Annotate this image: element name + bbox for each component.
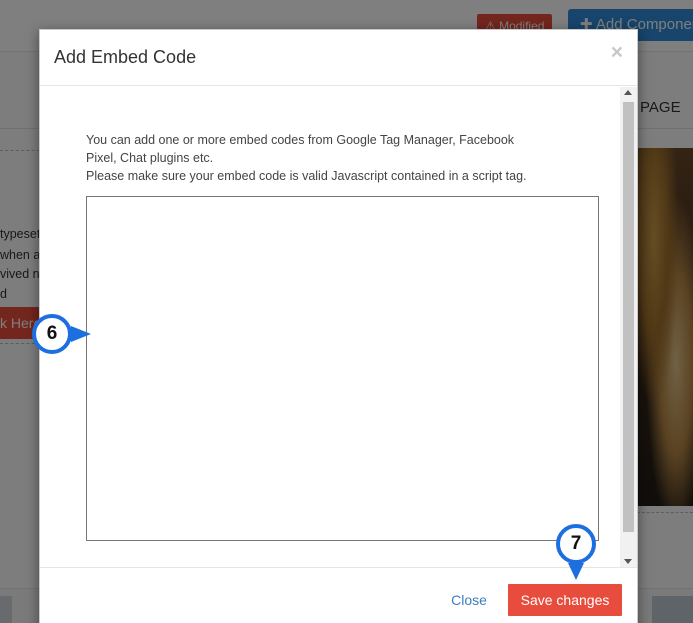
scroll-thumb[interactable] [623,102,634,532]
embed-code-textarea[interactable] [86,196,599,541]
marker-pointer [568,563,584,580]
close-icon[interactable]: × [611,42,623,64]
step-marker-6: 6 [32,314,72,354]
modal-scrollbar[interactable] [620,87,637,567]
description-line: You can add one or more embed codes from… [86,133,515,147]
embed-description: You can add one or more embed codes from… [86,131,606,185]
modal-header: Add Embed Code × [40,30,637,86]
modal-body: You can add one or more embed codes from… [40,87,637,567]
step-marker-7: 7 [556,524,596,564]
modal-title: Add Embed Code [54,47,197,67]
description-line: Please make sure your embed code is vali… [86,169,527,183]
marker-pointer [71,326,91,342]
description-line: Pixel, Chat plugins etc. [86,151,214,165]
scroll-down-arrow-icon[interactable] [624,559,632,564]
save-changes-button[interactable]: Save changes [508,584,622,616]
modal-footer: Close Save changes [40,567,637,623]
embed-code-modal: Add Embed Code × You can add one or more… [39,29,638,623]
scroll-up-arrow-icon[interactable] [624,90,632,95]
close-button[interactable]: Close [440,586,498,614]
